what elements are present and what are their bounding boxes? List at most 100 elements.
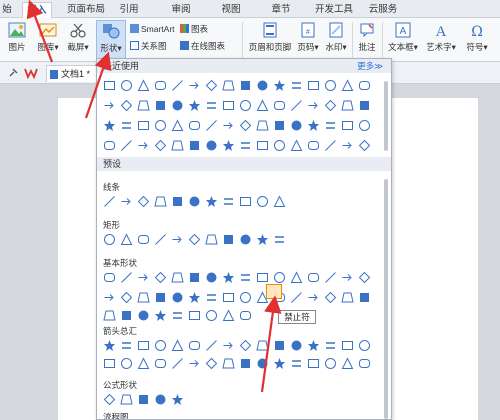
preset-shape-item[interactable] — [103, 339, 116, 352]
preset-shape-item[interactable] — [358, 339, 371, 352]
preset-shape-item[interactable] — [205, 357, 218, 370]
preset-shape-item[interactable] — [171, 357, 184, 370]
preset-shape-item[interactable] — [103, 233, 116, 246]
presets-scrollbar[interactable] — [384, 179, 388, 419]
recent-shape-item[interactable] — [239, 79, 252, 92]
recent-shape-item[interactable] — [205, 99, 218, 112]
chart-button[interactable]: 图表 — [180, 23, 208, 35]
recent-shape-item[interactable] — [222, 99, 235, 112]
recent-shape-item[interactable] — [120, 99, 133, 112]
more-link[interactable]: 更多≫ — [357, 59, 383, 73]
recent-shape-item[interactable] — [205, 139, 218, 152]
tab-cloud[interactable]: 云服务 — [366, 2, 400, 18]
preset-shape-item[interactable] — [358, 271, 371, 284]
preset-shape-item[interactable] — [341, 339, 354, 352]
shapes-button[interactable]: 形状▾ — [96, 20, 126, 60]
recent-shape-item[interactable] — [239, 139, 252, 152]
preset-shape-item[interactable] — [171, 271, 184, 284]
preset-shape-item[interactable] — [307, 357, 320, 370]
recent-shape-item[interactable] — [358, 139, 371, 152]
recent-shape-item[interactable] — [358, 119, 371, 132]
preset-shape-item[interactable] — [120, 357, 133, 370]
preset-shape-item[interactable] — [222, 291, 235, 304]
recent-scrollbar[interactable] — [384, 81, 388, 151]
recent-shape-item[interactable] — [120, 139, 133, 152]
preset-shape-item[interactable] — [222, 195, 235, 208]
preset-shape-item[interactable] — [154, 357, 167, 370]
recent-shape-item[interactable] — [171, 99, 184, 112]
preset-shape-item[interactable] — [239, 271, 252, 284]
preset-shape-item[interactable] — [273, 357, 286, 370]
tab-page-layout[interactable]: 页面布局 — [64, 2, 108, 18]
recent-shape-item[interactable] — [358, 79, 371, 92]
symbol-button[interactable]: Ω 符号▾ — [462, 22, 492, 53]
recent-shape-item[interactable] — [137, 99, 150, 112]
recent-shape-item[interactable] — [239, 119, 252, 132]
recent-shape-item[interactable] — [137, 139, 150, 152]
recent-shape-item[interactable] — [103, 139, 116, 152]
preset-shape-item[interactable] — [188, 309, 201, 322]
preset-shape-item[interactable] — [222, 357, 235, 370]
preset-shape-item[interactable] — [273, 195, 286, 208]
recent-shape-item[interactable] — [273, 119, 286, 132]
preset-shape-item[interactable] — [324, 339, 337, 352]
preset-shape-item[interactable] — [154, 195, 167, 208]
preset-shape-item[interactable] — [103, 271, 116, 284]
preset-shape-item[interactable] — [239, 233, 252, 246]
tab-insert[interactable]: 插入 — [22, 2, 52, 18]
preset-shape-item[interactable] — [307, 291, 320, 304]
watermark-button[interactable]: 水印▾ — [322, 22, 350, 53]
recent-shape-item[interactable] — [103, 79, 116, 92]
preset-shape-item[interactable] — [120, 233, 133, 246]
preset-shape-item[interactable] — [154, 393, 167, 406]
recent-shape-item[interactable] — [273, 79, 286, 92]
preset-shape-item[interactable] — [307, 339, 320, 352]
preset-shape-item[interactable] — [273, 233, 286, 246]
recent-shape-item[interactable] — [103, 99, 116, 112]
recent-shape-item[interactable] — [171, 119, 184, 132]
preset-shape-item[interactable] — [239, 309, 252, 322]
recent-shape-item[interactable] — [341, 79, 354, 92]
preset-shape-item[interactable] — [324, 271, 337, 284]
preset-shape-item[interactable] — [222, 309, 235, 322]
recent-shape-item[interactable] — [120, 119, 133, 132]
recent-shape-item[interactable] — [137, 119, 150, 132]
recent-shape-item[interactable] — [120, 79, 133, 92]
preset-shape-item[interactable] — [324, 291, 337, 304]
recent-shape-item[interactable] — [307, 99, 320, 112]
tab-view[interactable]: 视图 — [218, 2, 244, 18]
preset-shape-item[interactable] — [205, 339, 218, 352]
preset-shape-item[interactable] — [341, 291, 354, 304]
preset-shape-item[interactable] — [188, 195, 201, 208]
wordart-button[interactable]: A 艺术字▾ — [424, 22, 458, 53]
recent-shape-item[interactable] — [273, 139, 286, 152]
preset-shape-item[interactable] — [154, 291, 167, 304]
recent-shape-item[interactable] — [341, 119, 354, 132]
recent-shape-item[interactable] — [188, 99, 201, 112]
tab-start[interactable]: 始 — [0, 2, 14, 18]
tab-reference[interactable]: 引用 — [116, 2, 142, 18]
tab-chapter[interactable]: 章节 — [268, 2, 294, 18]
preset-shape-item[interactable] — [188, 339, 201, 352]
recent-shape-item[interactable] — [188, 119, 201, 132]
preset-shape-item[interactable] — [205, 291, 218, 304]
preset-shape-item[interactable] — [103, 195, 116, 208]
tab-review[interactable]: 审阅 — [168, 2, 194, 18]
preset-shape-item[interactable] — [222, 339, 235, 352]
recent-shape-item[interactable] — [171, 139, 184, 152]
preset-shape-item[interactable] — [239, 195, 252, 208]
preset-shape-item[interactable] — [290, 339, 303, 352]
preset-shape-item[interactable] — [239, 357, 252, 370]
preset-shape-item[interactable] — [273, 339, 286, 352]
preset-shape-item[interactable] — [341, 357, 354, 370]
recent-shape-item[interactable] — [341, 139, 354, 152]
preset-shape-item[interactable] — [256, 233, 269, 246]
preset-shape-item[interactable] — [137, 309, 150, 322]
recent-shape-item[interactable] — [222, 139, 235, 152]
preset-shape-item[interactable] — [273, 271, 286, 284]
recent-shape-item[interactable] — [307, 119, 320, 132]
preset-shape-item[interactable] — [205, 309, 218, 322]
preset-shape-item[interactable] — [188, 357, 201, 370]
recent-shape-item[interactable] — [239, 99, 252, 112]
preset-shape-item[interactable] — [239, 291, 252, 304]
